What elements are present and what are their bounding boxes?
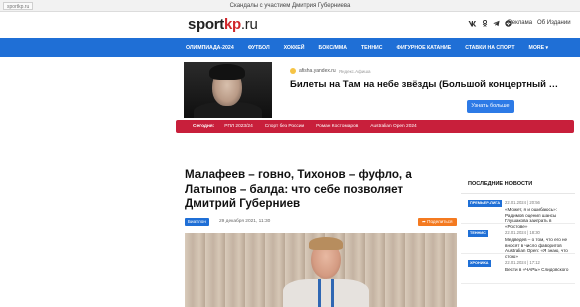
advertisement-block[interactable]: afisha.yandex.ru Яндекс.Афиша Билеты на … <box>180 62 570 118</box>
news-time: 22.01.2024 | 17:12 <box>505 260 540 265</box>
tags-today-label: Сегодня: <box>193 124 215 129</box>
category-badge[interactable]: Биатлон <box>185 218 209 226</box>
article-hero-image <box>185 233 457 307</box>
page-tab-title: Скандалы с участием Дмитрия Губерниева <box>229 3 351 9</box>
ad-cta-button[interactable]: Узнать больше <box>467 100 514 113</box>
article-meta: Биатлон 29 декабря 2021, 11:30 ➦ Поделит… <box>185 218 457 227</box>
ad-headline[interactable]: Билеты на Там на небе звёзды (Большой ко… <box>290 79 560 90</box>
tag-link[interactable]: Роман Костомаров <box>316 124 358 129</box>
nav-item-more[interactable]: MORE ▾ <box>529 45 549 51</box>
news-category-badge[interactable]: ТЕННИС <box>468 230 488 237</box>
nav-item-hockey[interactable]: ХОККЕЙ <box>284 45 305 51</box>
ok-icon[interactable] <box>482 19 488 29</box>
site-logo[interactable]: sportkp.ru <box>188 16 258 33</box>
ad-source-hint: Яндекс.Афиша <box>338 68 371 74</box>
ad-source: afisha.yandex.ru Яндекс.Афиша <box>290 68 370 74</box>
logo-ru: .ru <box>240 16 258 33</box>
article-title: Малафеев – говно, Тихонов – фуфло, а Лат… <box>185 168 412 210</box>
news-time: 22.01.2024 | 20:56 <box>505 200 540 205</box>
share-label: Поделиться <box>427 219 453 224</box>
afisha-logo-icon <box>290 68 296 74</box>
article-date: 29 декабря 2021, 11:30 <box>219 219 271 224</box>
logo-sport: sport <box>188 16 225 33</box>
nav-item-figure-skating[interactable]: ФИГУРНОЕ КАТАНИЕ <box>397 45 452 51</box>
news-time: 22.01.2024 | 18:30 <box>505 230 540 235</box>
tag-link[interactable]: Спорт без России <box>265 124 304 129</box>
share-icon: ➦ <box>422 219 426 224</box>
social-links <box>468 19 512 29</box>
news-headline[interactable]: Вести в «ЧАРЬ» Слидовского <box>505 267 571 273</box>
nav-item-tennis[interactable]: ТЕННИС <box>361 45 383 51</box>
nav-item-football[interactable]: ФУТБОЛ <box>248 45 270 51</box>
about-link[interactable]: Об Издании <box>537 20 571 26</box>
nav-more-label: MORE <box>528 44 545 51</box>
nav-item-olympics[interactable]: ОЛИМПИАДА-2024 <box>186 45 234 51</box>
nav-item-boxing[interactable]: БОКС/ММА <box>319 45 347 51</box>
news-item[interactable]: ХРОНИКА 22.01.2024 | 17:12 Вести в «ЧАРЬ… <box>461 254 575 284</box>
chevron-down-icon: ▾ <box>545 44 549 51</box>
share-button[interactable]: ➦ Поделиться <box>418 218 457 226</box>
advertising-link[interactable]: Реклама <box>508 20 532 26</box>
news-category-badge[interactable]: ХРОНИКА <box>468 260 491 267</box>
site-header: sportkp.ru Реклама Об Издании <box>0 12 580 38</box>
nav-item-betting[interactable]: СТАВКИ НА СПОРТ <box>465 45 514 51</box>
main-navigation: ОЛИМПИАДА-2024 ФУТБОЛ ХОККЕЙ БОКС/ММА ТЕ… <box>0 38 580 57</box>
tag-link[interactable]: Australian Open 2024 <box>370 124 416 129</box>
news-item[interactable]: ТЕННИС 22.01.2024 | 18:30 Медведев – о т… <box>461 224 575 259</box>
ad-photo <box>184 62 272 118</box>
ad-source-domain: afisha.yandex.ru <box>299 68 336 74</box>
logo-kp: kp <box>224 16 241 33</box>
sidebar-heading: ПОСЛЕДНИЕ НОВОСТИ <box>461 181 575 194</box>
vk-icon[interactable] <box>468 20 477 29</box>
browser-bar: sportkp.ru Скандалы с участием Дмитрия Г… <box>0 0 580 12</box>
trending-tags-bar: Сегодня: РПЛ 2023/24 Спорт без России Ро… <box>176 120 574 133</box>
tag-link[interactable]: РПЛ 2023/24 <box>224 124 252 129</box>
news-category-badge[interactable]: ПРЕМЬЕР-ЛИГА <box>468 200 503 207</box>
telegram-icon[interactable] <box>493 20 500 29</box>
latest-news-sidebar: ПОСЛЕДНИЕ НОВОСТИ ПРЕМЬЕР-ЛИГА 22.01.202… <box>461 181 575 284</box>
news-item[interactable]: ПРЕМЬЕР-ЛИГА 22.01.2024 | 20:56 «Может, … <box>461 194 575 229</box>
